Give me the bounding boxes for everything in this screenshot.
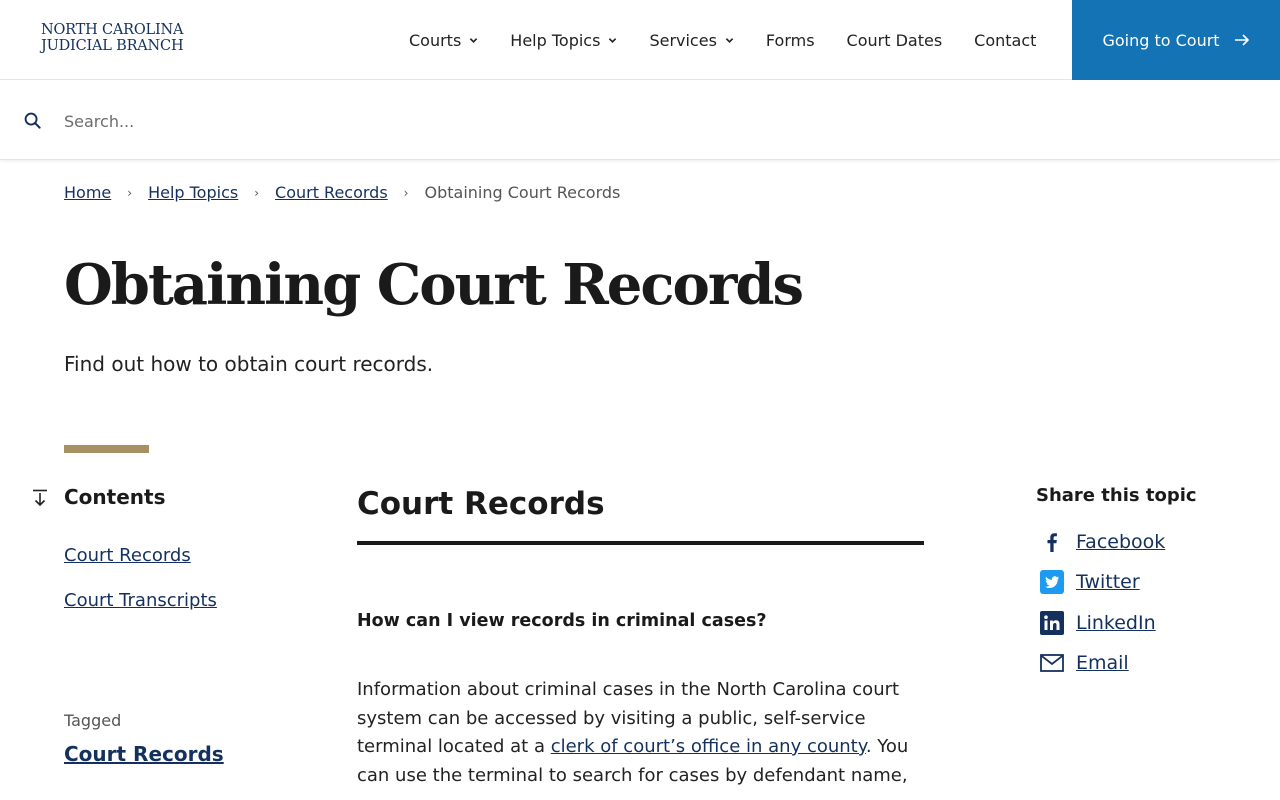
faq-question: How can I view records in criminal cases… [357, 611, 767, 631]
nav-item-help-topics[interactable]: Help Topics [510, 0, 617, 80]
share-facebook[interactable]: Facebook [1040, 530, 1165, 554]
collapse-contents-icon[interactable] [32, 489, 48, 507]
nav-item-contact[interactable]: Contact [974, 0, 1036, 80]
going-to-court-label: Going to Court [1102, 30, 1220, 50]
toc-link-court-records[interactable]: Court Records [64, 545, 191, 566]
email-icon [1040, 651, 1064, 675]
site-logo[interactable]: NORTH CAROLINA JUDICIAL BRANCH [41, 22, 184, 54]
breadcrumb-home[interactable]: Home [64, 183, 111, 202]
arrow-right-icon [1234, 34, 1249, 46]
breadcrumb-court-records[interactable]: Court Records [275, 183, 388, 202]
share-twitter[interactable]: Twitter [1040, 570, 1140, 594]
section-heading: Court Records [357, 486, 605, 522]
section-divider [357, 541, 924, 545]
chevron-down-icon [609, 37, 617, 43]
page-subtitle: Find out how to obtain court records. [64, 352, 434, 376]
share-label: LinkedIn [1076, 612, 1156, 634]
nav-item-services[interactable]: Services [649, 0, 734, 80]
accent-divider [64, 445, 149, 453]
breadcrumb-separator-icon: › [403, 185, 409, 200]
contents-heading: Contents [64, 485, 166, 509]
logo-line-2: JUDICIAL BRANCH [41, 38, 184, 54]
share-label: Facebook [1076, 531, 1166, 553]
nav-item-label: Help Topics [510, 30, 601, 50]
breadcrumb: Home › Help Topics › Court Records › Obt… [64, 183, 620, 202]
tag-link-court-records[interactable]: Court Records [64, 742, 224, 766]
going-to-court-button[interactable]: Going to Court [1072, 0, 1280, 80]
share-email[interactable]: Email [1040, 651, 1129, 675]
breadcrumb-separator-icon: › [127, 185, 133, 200]
share-label: Twitter [1076, 571, 1140, 593]
breadcrumb-separator-icon: › [254, 185, 260, 200]
facebook-icon [1040, 530, 1064, 554]
toc-link-court-transcripts[interactable]: Court Transcripts [64, 590, 217, 611]
faq-answer: Information about criminal cases in the … [357, 676, 924, 790]
breadcrumb-help-topics[interactable]: Help Topics [148, 183, 238, 202]
nav-item-label: Court Dates [846, 30, 943, 50]
clerk-office-link[interactable]: clerk of court’s office in any county [551, 736, 866, 757]
tagged-label: Tagged [64, 711, 122, 730]
site-header: NORTH CAROLINA JUDICIAL BRANCH Courts He… [0, 0, 1280, 80]
nav-item-courts[interactable]: Courts [409, 0, 478, 80]
nav-item-court-dates[interactable]: Court Dates [847, 0, 943, 80]
breadcrumb-current: Obtaining Court Records [424, 183, 621, 202]
share-heading: Share this topic [1036, 485, 1197, 506]
logo-line-1: NORTH CAROLINA [41, 22, 184, 38]
share-label: Email [1076, 652, 1129, 674]
nav-item-label: Contact [974, 30, 1037, 50]
linkedin-icon [1040, 611, 1064, 635]
chevron-down-icon [470, 37, 478, 43]
nav-item-label: Services [649, 30, 717, 50]
nav-item-forms[interactable]: Forms [766, 0, 815, 80]
nav-item-label: Courts [409, 30, 462, 50]
search-icon[interactable] [24, 112, 41, 129]
chevron-down-icon [725, 37, 734, 43]
page-title: Obtaining Court Records [64, 252, 804, 318]
share-linkedin[interactable]: LinkedIn [1040, 611, 1156, 635]
nav-item-label: Forms [765, 30, 815, 50]
search-bar [0, 80, 1280, 160]
search-input[interactable] [64, 104, 1244, 138]
main-nav: Courts Help Topics Services Forms Court … [409, 0, 1036, 80]
twitter-icon [1040, 570, 1064, 594]
